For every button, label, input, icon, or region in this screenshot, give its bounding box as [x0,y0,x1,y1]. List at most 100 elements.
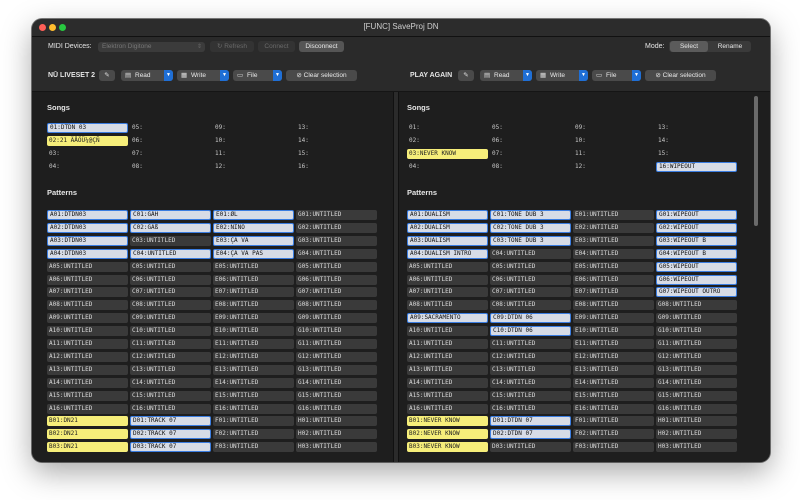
pattern-slot[interactable]: C08:UNTITLED [490,300,571,311]
chevron-down-icon[interactable]: ▼ [632,70,641,81]
song-slot[interactable]: 16:WIPEOUT [656,161,737,172]
pattern-slot[interactable]: C07:UNTITLED [490,287,571,298]
pattern-slot[interactable]: D01:TRACK 07 [130,416,211,427]
pattern-slot[interactable]: G12:UNTITLED [296,351,377,362]
pattern-slot[interactable]: G13:UNTITLED [656,364,737,375]
song-slot[interactable]: 08: [130,162,211,172]
pattern-slot[interactable]: E07:UNTITLED [213,287,294,298]
pattern-slot[interactable]: G07:WIPEOUT OUTRO [656,287,737,298]
pattern-slot[interactable]: G09:UNTITLED [296,313,377,324]
pattern-slot[interactable]: F01:UNTITLED [573,416,654,427]
pattern-slot[interactable]: C12:UNTITLED [490,351,571,362]
pattern-slot[interactable]: A14:UNTITLED [47,377,128,388]
pattern-slot[interactable]: A08:UNTITLED [47,300,128,311]
pattern-slot[interactable]: G11:UNTITLED [296,339,377,349]
pattern-slot[interactable]: A07:UNTITLED [47,287,128,298]
pattern-slot[interactable]: E12:UNTITLED [213,351,294,362]
pattern-slot[interactable]: G09:UNTITLED [656,313,737,324]
pattern-slot[interactable]: C12:UNTITLED [130,351,211,362]
pattern-slot[interactable]: C04:UNTITLED [490,248,571,259]
pattern-slot[interactable]: E09:UNTITLED [573,313,654,324]
pattern-slot[interactable]: E01:UNTITLED [573,210,654,220]
pattern-slot[interactable]: D02:TRACK 07 [130,429,211,440]
pattern-slot[interactable]: D01:DTDN 07 [490,416,571,427]
pattern-slot[interactable]: C10:DTDN 06 [490,326,571,337]
pattern-slot[interactable]: A16:UNTITLED [47,403,128,414]
song-slot[interactable]: 05: [130,123,211,133]
pattern-slot[interactable]: F02:UNTITLED [213,429,294,440]
pattern-slot[interactable]: E13:UNTITLED [573,364,654,375]
pattern-slot[interactable]: F02:UNTITLED [573,429,654,440]
right-read-dropdown[interactable]: ▤ Read ▼ [480,70,532,81]
pattern-slot[interactable]: C06:UNTITLED [490,274,571,285]
pattern-slot[interactable]: A08:UNTITLED [407,300,488,311]
pattern-slot[interactable]: B03:DN21 [47,442,128,453]
connect-button[interactable]: Connect [258,41,295,52]
pattern-slot[interactable]: E01:ØL [213,210,294,220]
chevron-down-icon[interactable]: ▼ [579,70,588,81]
pattern-slot[interactable]: A01:DUALISM [407,210,488,220]
pattern-slot[interactable]: E11:UNTITLED [213,339,294,349]
song-slot[interactable]: 13: [656,123,737,133]
pattern-slot[interactable]: A06:UNTITLED [407,274,488,285]
pattern-slot[interactable]: A10:UNTITLED [47,326,128,337]
pattern-slot[interactable]: C07:UNTITLED [130,287,211,298]
pattern-slot[interactable]: E14:UNTITLED [213,377,294,388]
pattern-slot[interactable]: A01:DTDN03 [47,210,128,220]
pattern-slot[interactable]: F03:UNTITLED [213,442,294,453]
pattern-slot[interactable]: C15:UNTITLED [490,390,571,401]
song-slot[interactable]: 03: [47,149,128,159]
pattern-slot[interactable]: G08:UNTITLED [296,300,377,311]
pattern-slot[interactable]: G04:WIPEOUT B [656,248,737,259]
pattern-slot[interactable]: A13:UNTITLED [407,364,488,375]
pattern-slot[interactable]: C05:UNTITLED [130,261,211,272]
pattern-slot[interactable]: G14:UNTITLED [656,377,737,388]
pattern-slot[interactable]: E02:NIÑO [213,222,294,233]
pattern-slot[interactable]: H03:UNTITLED [296,442,377,453]
pattern-slot[interactable]: B02:DN21 [47,429,128,440]
left-edit-button[interactable]: ✎ [99,70,115,81]
song-slot[interactable]: 10: [213,136,294,146]
mode-select-option[interactable]: Select [670,41,708,52]
left-file-dropdown[interactable]: ▭ File ▼ [233,70,282,81]
pattern-slot[interactable]: H03:UNTITLED [656,442,737,453]
pattern-slot[interactable]: C04:UNTITLED [130,248,211,259]
pattern-slot[interactable]: G06:WIPEOUT [656,274,737,285]
pattern-slot[interactable]: G15:UNTITLED [656,390,737,401]
pattern-slot[interactable]: C01:TONE DUB 3 [490,210,571,220]
pattern-slot[interactable]: G05:WIPEOUT [656,261,737,272]
song-slot[interactable]: 07: [490,149,571,159]
pattern-slot[interactable]: A15:UNTITLED [47,390,128,401]
pattern-slot[interactable]: D03:TRACK 07 [130,442,211,453]
midi-device-select[interactable]: Elektron Digitone ⇕ [98,42,205,52]
song-slot[interactable]: 09: [213,123,294,133]
song-slot[interactable]: 15: [656,149,737,159]
song-slot[interactable]: 01:DTDN 03 [47,123,128,133]
song-slot[interactable]: 01: [407,123,488,133]
pattern-slot[interactable]: G06:UNTITLED [296,274,377,285]
pattern-slot[interactable]: G01:UNTITLED [296,210,377,220]
pattern-slot[interactable]: A11:UNTITLED [407,339,488,349]
pattern-slot[interactable]: G07:UNTITLED [296,287,377,298]
song-slot[interactable]: 04: [47,162,128,172]
pattern-slot[interactable]: G04:UNTITLED [296,248,377,259]
pattern-slot[interactable]: A12:UNTITLED [47,351,128,362]
pattern-slot[interactable]: E06:UNTITLED [213,274,294,285]
pattern-slot[interactable]: E03:ÇA VA [213,235,294,246]
pattern-slot[interactable]: G14:UNTITLED [296,377,377,388]
pattern-slot[interactable]: A15:UNTITLED [407,390,488,401]
pattern-slot[interactable]: C02:TONE DUB 3 [490,222,571,233]
pattern-slot[interactable]: H02:UNTITLED [656,429,737,440]
pattern-slot[interactable]: A07:UNTITLED [407,287,488,298]
pattern-slot[interactable]: C15:UNTITLED [130,390,211,401]
pattern-slot[interactable]: A09:SACRAMENTO [407,313,488,324]
song-slot[interactable]: 15: [296,149,377,159]
pattern-slot[interactable]: C13:UNTITLED [490,364,571,375]
pattern-slot[interactable]: G12:UNTITLED [656,351,737,362]
pattern-slot[interactable]: A06:UNTITLED [47,274,128,285]
pattern-slot[interactable]: F03:UNTITLED [573,442,654,453]
mode-rename-option[interactable]: Rename [710,41,750,52]
song-slot[interactable]: 10: [573,136,654,146]
pattern-slot[interactable]: H02:UNTITLED [296,429,377,440]
song-slot[interactable]: 14: [656,136,737,146]
